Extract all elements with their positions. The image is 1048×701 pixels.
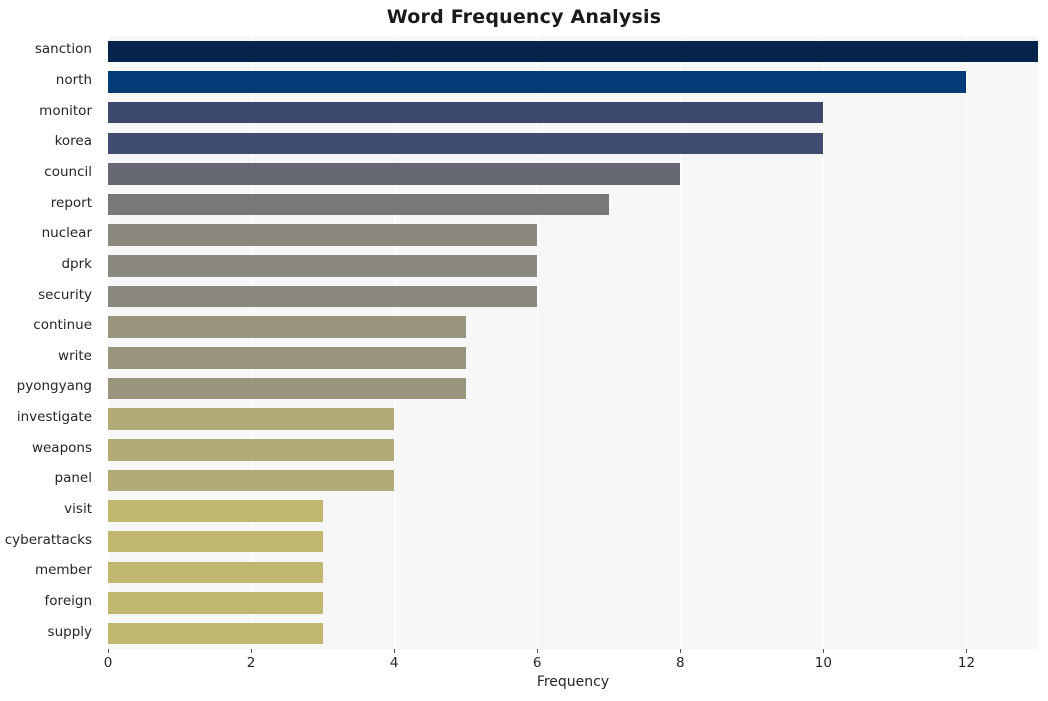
plot-area [108,36,1038,649]
y-axis-tick-label: report [50,194,92,211]
y-axis-tick-label: investigate [16,409,92,426]
bar-row [108,255,1038,277]
bar-row [108,500,1038,522]
y-axis-tick-label: cyberattacks [4,531,92,548]
bar-row [108,530,1038,553]
y-axis-labels: sanction north monitor korea council report nu… [0,36,100,649]
y-axis-tick-label: monitor [39,102,92,119]
x-axis-tick-mark [680,649,682,653]
bar-row [108,224,1038,246]
y-axis-tick-label: weapons [31,439,92,456]
bar[interactable] [108,561,323,584]
bar-row [108,163,1038,185]
y-axis-tick-label: sanction [34,41,92,58]
bar[interactable] [108,132,824,154]
y-axis-tick-label: security [38,286,92,303]
bar-row [108,132,1038,154]
bar[interactable] [108,530,323,553]
x-axis-tick-mark [537,649,539,653]
y-axis-tick-label: foreign [44,593,92,610]
y-axis-tick-label: member [34,562,92,579]
bar[interactable] [108,377,466,400]
bar-row [108,316,1038,338]
x-axis-tick-label: 6 [532,655,542,671]
bar-row [108,561,1038,584]
bar-row [108,592,1038,614]
bar[interactable] [108,408,395,430]
y-axis-tick-label: north [55,71,92,88]
bar-row [108,469,1038,492]
bar[interactable] [108,224,538,246]
x-axis-tick-label: 12 [957,655,976,671]
x-axis-tick-mark [823,649,825,653]
y-axis-tick-label: visit [64,501,92,518]
bar[interactable] [108,40,1038,63]
bar[interactable] [108,101,824,124]
bar-row [108,193,1038,216]
y-axis-tick-label: korea [54,133,92,150]
bar[interactable] [108,71,967,93]
bar-row [108,101,1038,124]
bar[interactable] [108,469,395,492]
bar-row [108,408,1038,430]
bar[interactable] [108,163,681,185]
bar[interactable] [108,622,323,645]
bar[interactable] [108,255,538,277]
bar-row [108,439,1038,461]
x-axis-tick-mark [394,649,396,653]
x-axis-tick-label: 0 [103,655,113,671]
bar[interactable] [108,500,323,522]
y-axis-tick-label: continue [33,317,92,334]
bar[interactable] [108,592,323,614]
bar-row [108,285,1038,308]
y-axis-tick-label: council [44,163,92,180]
y-axis-tick-label: nuclear [41,225,92,242]
bar-row [108,377,1038,400]
bars-container [108,36,1038,649]
x-axis-tick-label: 2 [246,655,256,671]
x-axis-tick-mark [251,649,253,653]
bar[interactable] [108,316,466,338]
y-axis-tick-label: dprk [61,255,92,272]
bar[interactable] [108,193,609,216]
x-axis-tick-mark [108,649,109,653]
y-axis-tick-label: write [58,347,92,364]
x-axis-tick-label: 4 [389,655,399,671]
bar[interactable] [108,439,395,461]
y-axis-tick-label: supply [47,623,92,640]
chart-title: Word Frequency Analysis [386,6,662,28]
bar-row [108,40,1038,63]
bar-row [108,347,1038,369]
y-axis-tick-label: panel [54,470,92,487]
x-axis-tick-label: 8 [676,655,685,671]
x-axis-title: Frequency [536,674,610,690]
bar-row [108,71,1038,93]
y-axis-tick-label: pyongyang [16,378,92,395]
bar[interactable] [108,285,538,308]
x-axis-tick-label: 10 [814,655,832,671]
word-frequency-chart: Word Frequency Analysis sanction north mon… [0,0,1048,701]
x-axis-tick-mark [966,649,968,653]
bar-row [108,622,1038,645]
bar[interactable] [108,347,466,369]
x-axis-ticks: 0 2 4 6 8 10 12 [104,649,1038,675]
